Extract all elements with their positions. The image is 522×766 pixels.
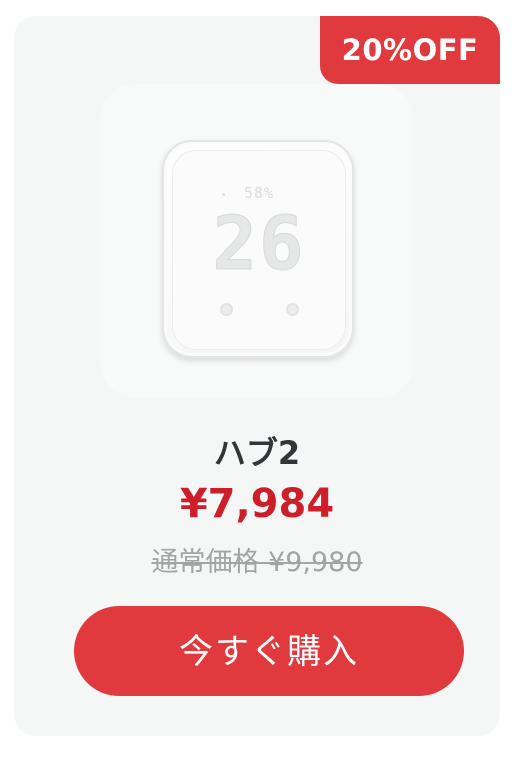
product-image[interactable]: 58% 26 (100, 84, 414, 398)
device-temperature-readout: 26 (212, 201, 306, 288)
discount-badge: 20%OFF (320, 16, 500, 84)
hub-device-icon: 58% 26 (162, 140, 354, 358)
device-right-button-icon (286, 303, 299, 316)
regular-price: 通常価格 ¥9,980 (151, 547, 363, 578)
buy-now-button[interactable]: 今すぐ購入 (74, 606, 464, 696)
sale-price: ¥7,984 (179, 481, 335, 527)
device-humidity-readout: 58% (243, 184, 275, 202)
device-left-button-icon (220, 303, 233, 316)
product-card[interactable]: 20%OFF 58% 26 ハブ2 ¥7,984 通常価格 ¥9,980 今すぐ… (14, 16, 500, 736)
product-name[interactable]: ハブ2 (14, 428, 500, 474)
device-display: 58% 26 (172, 150, 346, 350)
